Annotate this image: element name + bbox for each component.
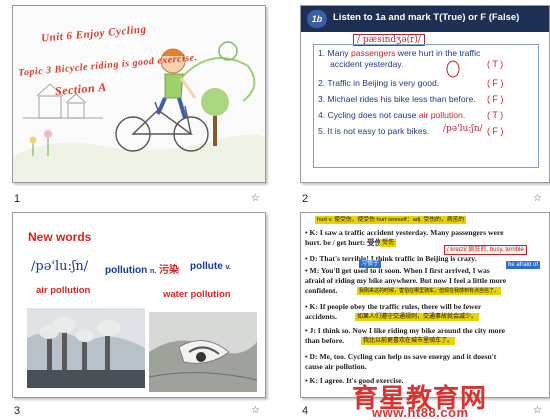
slide4-tag-rules: 如果人们遵守交通规则，交通事故就会减少。 [355,313,480,321]
slide4-tag-afraid: be afraid of [506,261,541,269]
slide2-circle-mark [446,60,460,78]
slide3-air-pollution-photo [27,308,145,388]
slide4-tag-used: 习惯于 [359,260,382,268]
slide3-water-pollution: water pollution [163,289,231,300]
slide-transition-star-2[interactable]: ☆ [533,193,542,204]
slide4-line-1: • K: I saw a traffic accident yesterday.… [305,228,504,237]
slide2-item-3: 3. Michael rides his bike less than befo… [318,94,476,104]
slide4-line-7: • K: If people obey the traffic rules, t… [305,302,482,311]
slide4-tag-city: 我比以前更喜欢在城市里骑车了。 [361,337,456,345]
slide4-line-3: • D: That's terrible! I think traffic in… [305,254,477,263]
slide4-line-2: hurt. be / get hurt: 受伤 [305,238,383,247]
slide2-mark-3: ( F ) [487,94,504,104]
slide-thumbnail-1[interactable]: Unit 6 Enjoy Cycling Topic 3 Bicycle rid… [12,5,266,183]
slide3-air-pollution: air pollution [36,285,91,296]
slide4-line-9: • J: I think so. Now I like riding my bi… [305,326,506,335]
slide2-item-1: 1. Many passengers were hurt in the traf… [318,48,481,69]
slide-number-1: 1 [14,193,21,205]
slide2-item-4: 4. Cycling does not cause air pollution. [318,110,466,120]
slide-number-4: 4 [302,405,309,417]
slide2-mark-5: ( F ) [487,126,504,136]
slide-number-3: 3 [14,405,21,417]
slide4-line-5: afraid of riding my bike anywhere. But n… [305,276,507,285]
slide4-tag-hurt: 受伤 [380,239,397,247]
slide2-header-bar: 1b Listen to 1a and mark T(True) or F (F… [301,6,549,32]
slide2-mark-2: ( F ) [487,78,504,88]
slide-transition-star-3[interactable]: ☆ [251,405,260,416]
slide4-line-10: than before. [305,336,345,345]
slide3-word-pollute: pollute v. [190,261,231,272]
slide3-heading: New words [28,230,92,244]
slide-number-2: 2 [302,193,309,205]
slide2-mark-4: ( T ) [487,110,504,120]
slide4-line-11: • D: Me, too. Cycling can help us save e… [305,352,497,361]
slide2-item-5: 5. It is not easy to park bikes. [318,126,430,136]
slide-sorter: Unit 6 Enjoy Cycling Topic 3 Bicycle rid… [0,0,550,420]
slide3-water-pollution-photo [149,312,257,392]
slide3-word-pollution: pollution n. 污染 [105,265,180,276]
slide4-line-4: • M: You'll get used to it soon. When I … [305,266,490,275]
slide4-line-6: confident. [305,286,338,295]
slide4-hurt-definition: hurt v. 使受伤，使受伤 hurt oneself：adj. 受伤的，病苦… [315,216,467,224]
slide-thumbnail-2[interactable]: 1b Listen to 1a and mark T(True) or F (F… [300,5,550,183]
slide-thumbnail-4[interactable]: hurt v. 使受伤，使受伤 hurt oneself：adj. 受伤的，病苦… [300,212,550,398]
slide2-instruction: Listen to 1a and mark T(True) or F (Fals… [333,12,520,23]
watermark-url: www.ht88.com [372,405,469,420]
slide4-tag-confident: 我刚来这的时候，害怕在哪里骑车，但现在我感到有点自信了。 [357,287,502,295]
slide-thumbnail-3[interactable]: New words /pə'lu:ʃn/ pollution n. 污染 pol… [12,212,266,398]
slide2-item-2: 2. Traffic in Beijing is very good. [318,78,440,88]
slide4-tag-crazy: / kreɪzi/ 疯狂的, busy, terrible [444,245,527,255]
slide2-phonetic-bottom: /pə'lu:ʃn/ [443,124,483,134]
slide2-mark-1: ( T ) [487,59,504,69]
site-watermark: 育星教育网 www.ht88.com [352,378,550,420]
slide2-badge: 1b [307,10,327,28]
slide-transition-star-1[interactable]: ☆ [251,193,260,204]
slide4-line-8: accidents. [305,312,337,321]
slide4-line-12: cause air pollution. [305,362,367,371]
slide3-phonetic: /pə'lu:ʃn/ [31,259,89,274]
